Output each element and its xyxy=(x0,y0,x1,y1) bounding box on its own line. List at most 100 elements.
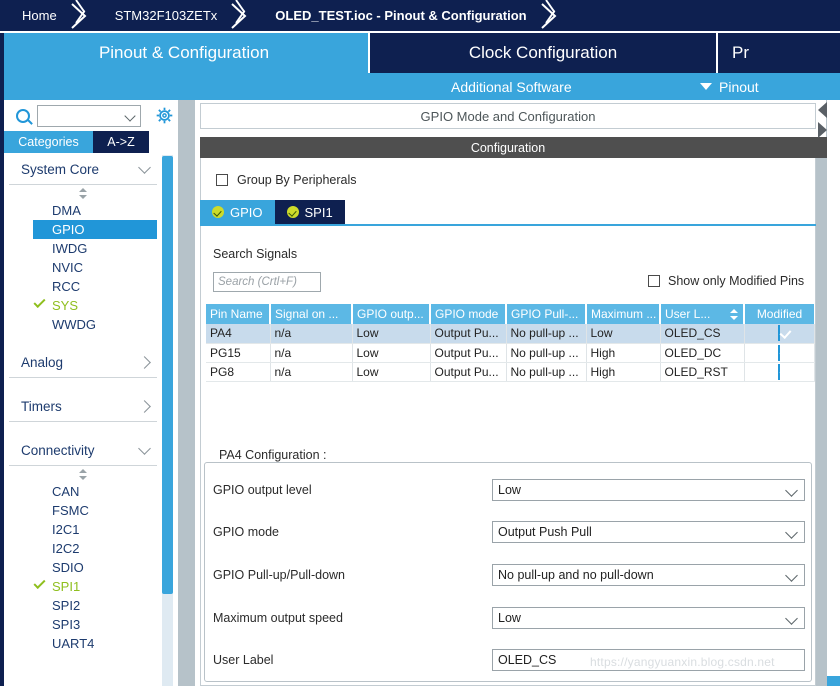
panel-collapse-controls[interactable] xyxy=(816,100,829,142)
breadcrumb-item-home[interactable]: Home xyxy=(0,0,67,32)
sidebar-search-input[interactable] xyxy=(37,104,141,127)
column-header-maximum[interactable]: Maximum ... xyxy=(586,304,661,324)
cell-gpio-output: Low xyxy=(352,362,431,382)
breadcrumb-item-mcu[interactable]: STM32F103ZETx xyxy=(93,0,228,32)
column-header-signal-on[interactable]: Signal on ... xyxy=(270,304,353,324)
sidebar-item-spi1[interactable]: SPI1 xyxy=(9,576,157,596)
main-tab-bar: Pinout & Configuration Clock Configurati… xyxy=(0,33,840,73)
breadcrumb-item-current[interactable]: OLED_TEST.ioc - Pinout & Configuration xyxy=(253,0,536,32)
field-max-output-speed: Maximum output speed Low xyxy=(205,607,813,629)
tab-a-to-z[interactable]: A->Z xyxy=(93,131,149,153)
sidebar-item-sys[interactable]: SYS xyxy=(9,295,157,315)
cubemx-window: Home STM32F103ZETx OLED_TEST.ioc - Pinou… xyxy=(0,0,840,686)
sidebar-item-rcc[interactable]: RCC xyxy=(9,277,157,296)
sidebar-item-i2c2[interactable]: I2C2 xyxy=(9,539,157,558)
search-signals-input[interactable]: Search (Crtl+F) xyxy=(213,272,321,292)
sidebar-group-system-core[interactable]: System Core xyxy=(9,155,157,185)
tab-categories[interactable]: Categories xyxy=(4,131,93,153)
cell-modified[interactable] xyxy=(744,324,815,344)
sidebar-item-sdio[interactable]: SDIO xyxy=(9,558,157,577)
column-header-gpio-mode[interactable]: GPIO mode xyxy=(430,304,507,324)
sidebar-item-spi3[interactable]: SPI3 xyxy=(9,615,157,634)
check-icon xyxy=(33,295,46,309)
cell-gpio-output: Low xyxy=(352,324,431,344)
cell-gpio-mode: Output Pu... xyxy=(430,362,507,382)
pin-configuration-panel: GPIO output level Low GPIO mode Output P… xyxy=(204,462,812,682)
sidebar-item-nvic[interactable]: NVIC xyxy=(9,258,157,277)
scroll-grip-icon xyxy=(77,468,89,480)
max-output-speed-select[interactable]: Low xyxy=(492,607,805,629)
list-scroll-grip[interactable] xyxy=(9,185,157,201)
sidebar-scrollbar-thumb[interactable] xyxy=(162,156,173,594)
checkbox-box xyxy=(778,363,780,380)
table-row[interactable]: PG15 n/a Low Output Pu... No pull-up ...… xyxy=(206,343,815,363)
cell-modified[interactable] xyxy=(744,362,815,382)
sidebar-item-can[interactable]: CAN xyxy=(9,482,157,501)
collapse-left-icon[interactable] xyxy=(818,102,827,118)
additional-software-button[interactable]: Additional Software xyxy=(451,79,572,95)
cell-signal-on: n/a xyxy=(270,343,353,363)
sidebar-item-dma[interactable]: DMA xyxy=(9,201,157,220)
gear-icon-svg xyxy=(156,107,173,124)
sidebar-item-fsmc[interactable]: FSMC xyxy=(9,501,157,520)
cell-gpio-pull: No pull-up ... xyxy=(506,362,587,382)
check-circle-icon xyxy=(212,206,224,218)
group-by-peripherals-checkbox[interactable]: Group By Peripherals xyxy=(216,173,357,187)
sidebar-group-analog[interactable]: Analog xyxy=(9,348,157,378)
table-row[interactable]: PG8 n/a Low Output Pu... No pull-up ... … xyxy=(206,362,815,382)
column-header-user-label[interactable]: User L... xyxy=(660,304,745,324)
peripheral-category-list[interactable]: System Core DMA GPIO IWDG NVIC RCC SYS W… xyxy=(9,155,157,686)
gear-icon[interactable] xyxy=(156,107,173,124)
chevron-right-icon xyxy=(138,400,151,413)
tab-clock-configuration[interactable]: Clock Configuration xyxy=(368,33,716,73)
configuration-section-header: Configuration xyxy=(200,137,816,158)
sidebar-group-connectivity[interactable]: Connectivity xyxy=(9,436,157,466)
tab-spi1[interactable]: SPI1 xyxy=(274,200,345,224)
breadcrumb-separator-icon-2 xyxy=(227,0,253,32)
gpio-pull-select[interactable]: No pull-up and no pull-down xyxy=(492,564,805,586)
tab-gpio[interactable]: GPIO xyxy=(200,200,275,224)
column-header-modified[interactable]: Modified xyxy=(744,304,814,324)
chevron-down-icon[interactable] xyxy=(124,109,136,122)
column-header-gpio-output[interactable]: GPIO outp... xyxy=(352,304,431,324)
pinout-menu-button[interactable]: Pinout xyxy=(700,79,759,95)
sidebar-group-label: System Core xyxy=(21,162,100,177)
tab-gpio-label: GPIO xyxy=(230,204,263,220)
sidebar-item-spi2[interactable]: SPI2 xyxy=(9,596,157,615)
group-spacer-3 xyxy=(9,422,157,436)
cell-gpio-pull: No pull-up ... xyxy=(506,324,587,344)
show-only-modified-pins-checkbox[interactable]: Show only Modified Pins xyxy=(648,274,804,288)
field-label: Maximum output speed xyxy=(213,611,343,625)
gpio-output-level-select[interactable]: Low xyxy=(492,479,805,501)
right-bottom-accent xyxy=(827,676,840,686)
chevron-down-icon xyxy=(785,484,798,497)
field-gpio-mode: GPIO mode Output Push Pull xyxy=(205,521,813,543)
column-header-pin-name[interactable]: Pin Name xyxy=(206,304,271,324)
peripheral-tab-bar: GPIO SPI1 xyxy=(200,200,816,224)
sidebar-item-gpio[interactable]: GPIO xyxy=(33,220,157,239)
field-label: GPIO mode xyxy=(213,525,279,539)
cell-pin-name: PG15 xyxy=(206,343,271,363)
tab-project-manager[interactable]: Pr xyxy=(716,33,840,73)
gpio-mode-select[interactable]: Output Push Pull xyxy=(492,521,805,543)
checkbox-box xyxy=(778,344,780,361)
cell-modified[interactable] xyxy=(744,343,815,363)
tab-pinout-configuration[interactable]: Pinout & Configuration xyxy=(0,33,368,73)
sidebar-group-timers[interactable]: Timers xyxy=(9,392,157,422)
panel-splitter[interactable] xyxy=(178,100,195,686)
cell-signal-on: n/a xyxy=(270,324,353,344)
user-label-input[interactable]: OLED_CS xyxy=(492,649,805,671)
sidebar-item-wwdg[interactable]: WWDG xyxy=(9,315,157,334)
list-scroll-grip-2[interactable] xyxy=(9,466,157,482)
column-header-user-label-text: User L... xyxy=(665,307,711,321)
sidebar-item-i2c1[interactable]: I2C1 xyxy=(9,520,157,539)
collapse-right-icon[interactable] xyxy=(818,122,827,138)
chevron-right-icon xyxy=(138,356,151,369)
sidebar-item-iwdg[interactable]: IWDG xyxy=(9,239,157,258)
sidebar-item-uart4[interactable]: UART4 xyxy=(9,634,157,653)
table-row[interactable]: PA4 n/a Low Output Pu... No pull-up ... … xyxy=(206,324,815,344)
chevron-right-icon xyxy=(540,2,557,29)
cell-gpio-mode: Output Pu... xyxy=(430,324,507,344)
column-header-gpio-pull[interactable]: GPIO Pull-... xyxy=(506,304,587,324)
